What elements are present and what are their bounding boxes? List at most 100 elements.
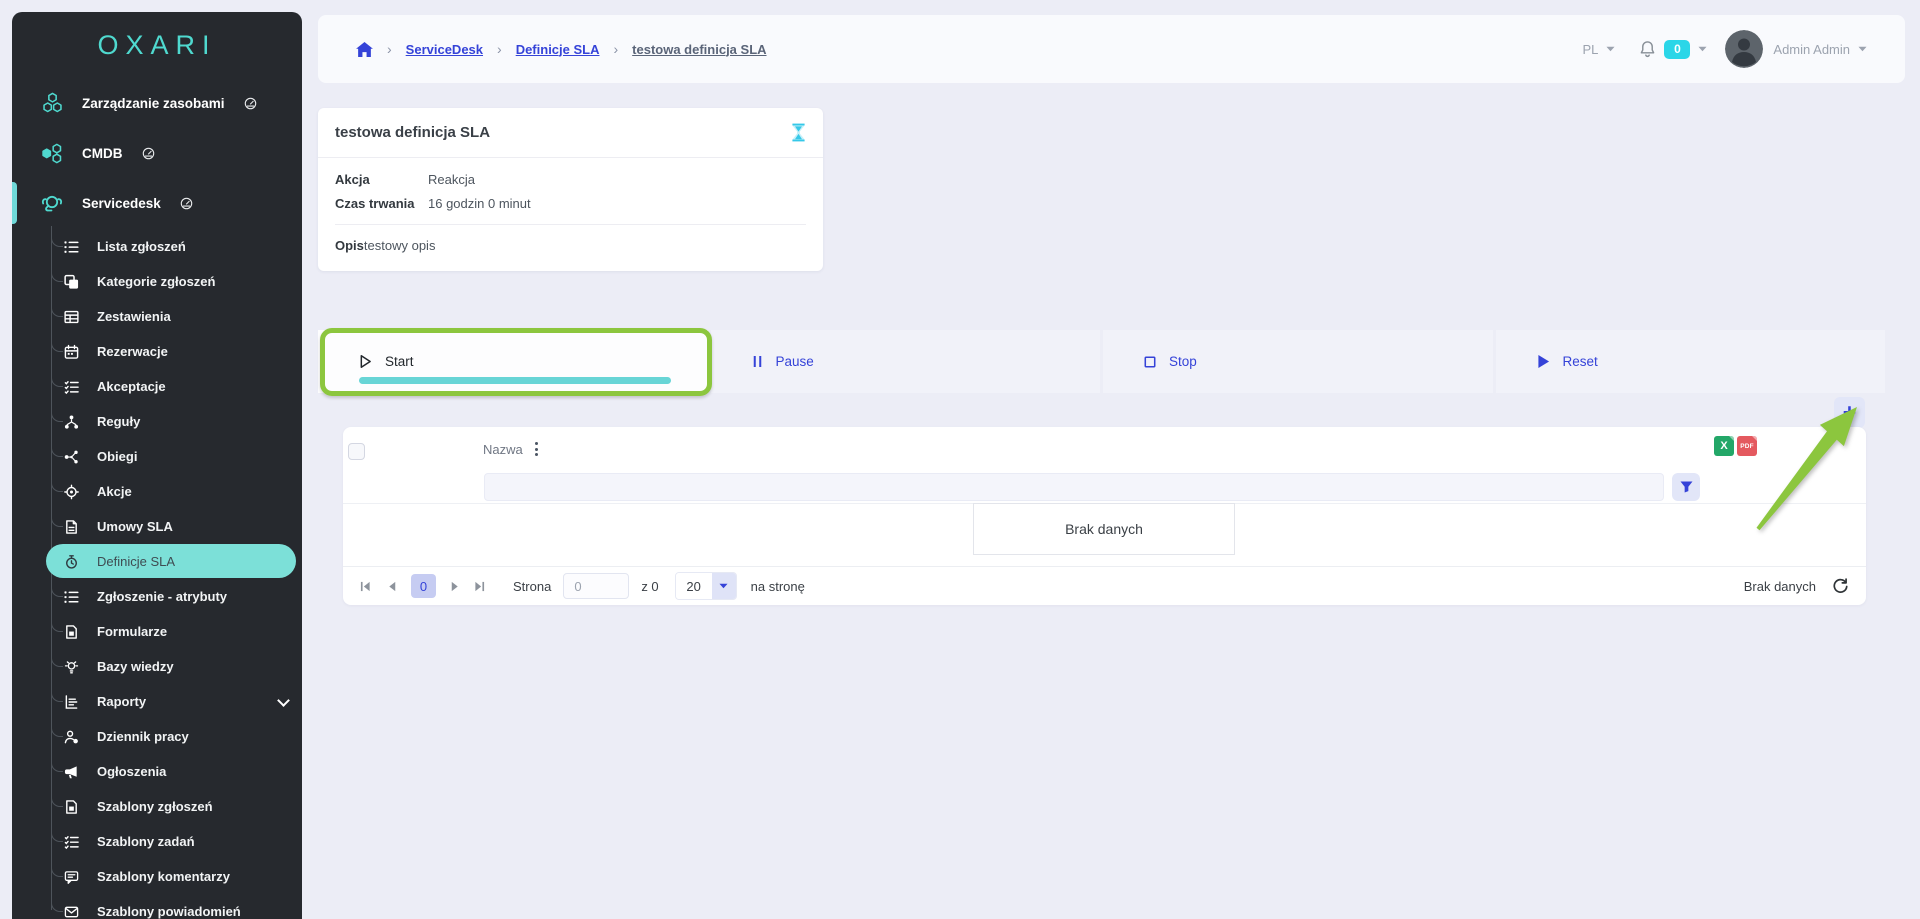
language-label[interactable]: PL — [1583, 42, 1599, 57]
announcement-icon — [64, 764, 79, 779]
export-excel-icon[interactable]: X — [1714, 436, 1734, 456]
sidebar-item-label: Obiegi — [97, 449, 137, 464]
sidebar-item-szablony-zgloszen[interactable]: Szablony zgłoszeń — [12, 789, 302, 824]
sidebar-item-akceptacje[interactable]: Akceptacje — [12, 369, 302, 404]
export-pdf-icon[interactable]: PDF — [1737, 436, 1757, 456]
sidebar-item-kategorie-zgloszen[interactable]: Kategorie zgłoszeń — [12, 264, 302, 299]
sla-row-label: Akcja — [335, 172, 428, 187]
sidebar-item-bazy-wiedzy[interactable]: Bazy wiedzy — [12, 649, 302, 684]
sla-row-czas-trwania: Czas trwania 16 godzin 0 minut — [335, 196, 806, 211]
sidebar-item-akcje[interactable]: Akcje — [12, 474, 302, 509]
sidebar-item-label: Ogłoszenia — [97, 764, 166, 779]
first-page-button[interactable] — [360, 581, 371, 592]
oxari-logo: OXARI — [12, 12, 302, 78]
sidebar-item-label: Umowy SLA — [97, 519, 173, 534]
pause-button[interactable]: Pause — [711, 330, 1101, 393]
copy-icon — [64, 274, 79, 289]
sla-progress-bar — [359, 377, 671, 384]
notifications-caret-icon[interactable] — [1698, 46, 1707, 52]
sidebar-item-zgloszenie-atrybuty[interactable]: Zgłoszenie - atrybuty — [12, 579, 302, 614]
sidebar-item-definicje-sla[interactable]: Definicje SLA — [12, 544, 302, 579]
sla-row-akcja: Akcja Reakcja — [335, 172, 806, 187]
bulb-icon — [64, 659, 79, 674]
sidebar-item-reguly[interactable]: Reguły — [12, 404, 302, 439]
sidebar-sections: Zarządzanie zasobami CMDB Servicedesk — [12, 78, 302, 228]
sidebar-section-servicedesk[interactable]: Servicedesk — [12, 178, 302, 228]
column-header-label: Nazwa — [483, 442, 523, 457]
home-icon[interactable] — [356, 42, 373, 57]
start-button[interactable]: Start — [318, 330, 708, 393]
column-menu-kebab-icon[interactable] — [534, 441, 539, 457]
filter-funnel-button[interactable] — [1672, 473, 1700, 501]
sla-row-label: Czas trwania — [335, 196, 428, 211]
workflow-icon — [64, 449, 79, 464]
sidebar-item-obiegi[interactable]: Obiegi — [12, 439, 302, 474]
language-caret-icon[interactable] — [1606, 46, 1615, 52]
select-all-checkbox[interactable] — [348, 443, 365, 460]
next-page-button[interactable] — [449, 581, 460, 592]
sidebar-item-label: Dziennik pracy — [97, 729, 189, 744]
stop-label: Stop — [1169, 354, 1197, 369]
gauge-icon — [180, 197, 193, 210]
user-name: Admin Admin — [1773, 42, 1850, 57]
sidebar-section-label: Zarządzanie zasobami — [82, 96, 225, 111]
page-size-select[interactable]: 20 — [675, 572, 737, 600]
breadcrumb-separator: › — [613, 41, 618, 57]
sla-definitions-table: Nazwa X PDF Brak danych 0 Strona z 0 20 — [343, 427, 1866, 605]
sidebar-item-umowy-sla[interactable]: Umowy SLA — [12, 509, 302, 544]
column-header-nazwa: Nazwa — [483, 441, 539, 457]
sidebar-items: Lista zgłoszeń Kategorie zgłoszeń Zestaw… — [12, 229, 302, 919]
pagination-status: Brak danych — [1744, 579, 1816, 594]
previous-page-button[interactable] — [387, 581, 398, 592]
calendar-icon — [64, 344, 79, 359]
sidebar-item-zestawienia[interactable]: Zestawienia — [12, 299, 302, 334]
column-filter-input[interactable] — [484, 473, 1664, 501]
sidebar-item-label: Zgłoszenie - atrybuty — [97, 589, 227, 604]
add-button[interactable]: + — [1834, 397, 1865, 428]
sidebar-item-formularze[interactable]: Formularze — [12, 614, 302, 649]
stop-button[interactable]: Stop — [1103, 330, 1493, 393]
sla-row-value: 16 godzin 0 minut — [428, 196, 531, 211]
user-avatar[interactable] — [1725, 30, 1763, 68]
sidebar-item-dziennik-pracy[interactable]: Dziennik pracy — [12, 719, 302, 754]
active-section-indicator — [12, 182, 17, 224]
assets-hexagons-icon — [39, 91, 65, 116]
sidebar-item-label: Reguły — [97, 414, 140, 429]
page-number-input[interactable] — [563, 573, 629, 599]
sidebar-item-label: Lista zgłoszeń — [97, 239, 186, 254]
sidebar-item-label: Szablony komentarzy — [97, 869, 230, 884]
per-page-label: na stronę — [751, 579, 805, 594]
sidebar-section-cmdb[interactable]: CMDB — [12, 128, 302, 178]
sidebar-item-szablony-komentarzy[interactable]: Szablony komentarzy — [12, 859, 302, 894]
sidebar-item-raporty[interactable]: Raporty — [12, 684, 302, 719]
refresh-icon[interactable] — [1832, 578, 1849, 595]
sidebar-item-ogloszenia[interactable]: Ogłoszenia — [12, 754, 302, 789]
sidebar-item-label: Formularze — [97, 624, 167, 639]
reset-button[interactable]: Reset — [1496, 330, 1886, 393]
notifications-bell-icon[interactable] — [1639, 40, 1656, 58]
strona-label: Strona — [513, 579, 551, 594]
sidebar-item-rezerwacje[interactable]: Rezerwacje — [12, 334, 302, 369]
form-icon — [64, 624, 79, 639]
sidebar-item-szablony-powiadomien[interactable]: Szablony powiadomień — [12, 894, 302, 919]
play-icon — [359, 354, 372, 369]
user-menu-caret-icon[interactable] — [1858, 46, 1867, 52]
breadcrumb-current-page: testowa definicja SLA — [632, 42, 766, 57]
report-icon — [64, 694, 79, 709]
pagination-right: Brak danych — [1744, 578, 1849, 595]
page: OXARI Zarządzanie zasobami CMDB Serviced… — [0, 0, 1920, 919]
topbar-right: PL 0 Admin Admin — [1583, 30, 1868, 68]
sidebar-item-szablony-zadan[interactable]: Szablony zadań — [12, 824, 302, 859]
breadcrumb-separator: › — [387, 41, 392, 57]
form-icon — [64, 799, 79, 814]
sidebar-item-lista-zgloszen[interactable]: Lista zgłoszeń — [12, 229, 302, 264]
document-icon — [64, 519, 79, 534]
current-page-button[interactable]: 0 — [411, 574, 436, 598]
sidebar-item-label: Bazy wiedzy — [97, 659, 174, 674]
last-page-button[interactable] — [474, 581, 485, 592]
breadcrumb-servicedesk[interactable]: ServiceDesk — [406, 42, 483, 57]
breadcrumb-definicje-sla[interactable]: Definicje SLA — [516, 42, 600, 57]
target-icon — [64, 484, 79, 499]
sidebar-section-zarzadzanie-zasobami[interactable]: Zarządzanie zasobami — [12, 78, 302, 128]
cmdb-hexagons-icon — [39, 141, 65, 166]
